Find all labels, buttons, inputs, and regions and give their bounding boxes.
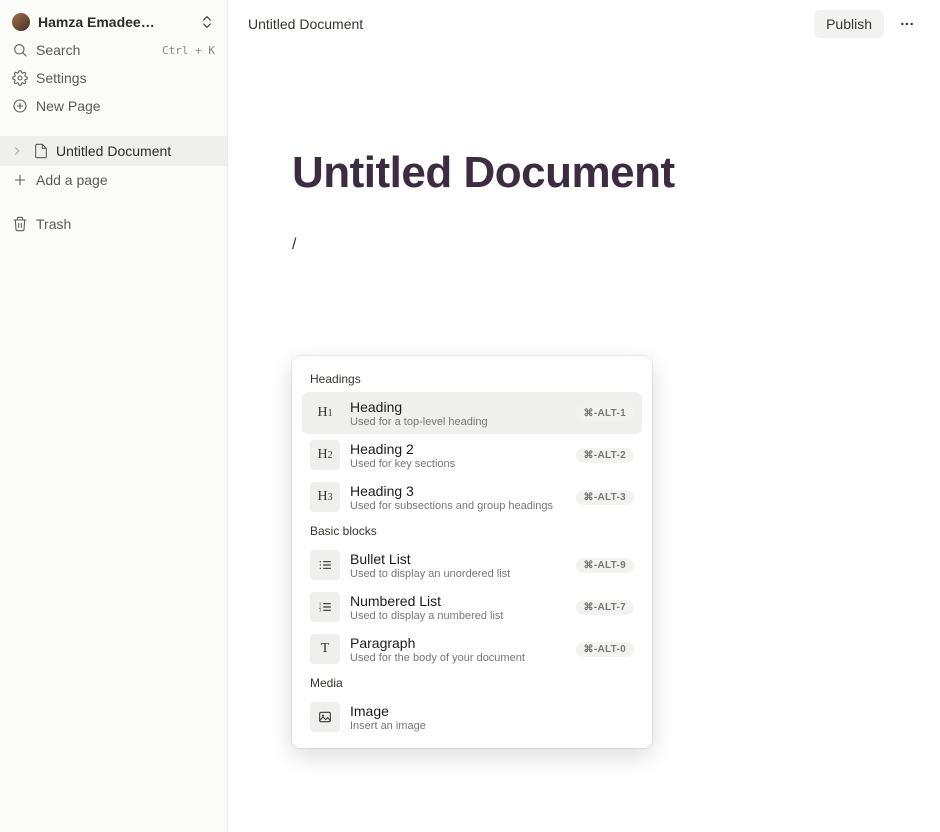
menu-item-bullet-list[interactable]: Bullet List Used to display an unordered…	[302, 544, 642, 586]
menu-item-shortcut: ⌘-ALT-9	[576, 558, 634, 573]
sidebar: Hamza Emadee… Search Ctrl + K Settings N…	[0, 0, 228, 832]
plus-circle-icon	[12, 98, 28, 114]
more-horizontal-icon	[899, 16, 915, 32]
menu-item-desc: Used for the body of your document	[350, 652, 566, 664]
settings-label: Settings	[36, 70, 87, 86]
document-icon	[32, 143, 50, 159]
command-menu: Headings H1 Heading Used for a top-level…	[292, 356, 652, 748]
menu-item-desc: Used for key sections	[350, 458, 566, 470]
avatar	[12, 13, 30, 31]
menu-item-desc: Used to display a numbered list	[350, 610, 566, 622]
chevron-right-icon[interactable]	[8, 144, 26, 158]
numbered-list-icon: 123	[310, 592, 340, 622]
settings-button[interactable]: Settings	[0, 64, 227, 92]
menu-item-heading-2[interactable]: H2 Heading 2 Used for key sections ⌘-ALT…	[302, 434, 642, 476]
menu-item-label: Numbered List	[350, 593, 566, 609]
sidebar-page-item[interactable]: Untitled Document	[0, 136, 227, 166]
menu-item-label: Heading 3	[350, 483, 566, 499]
search-button[interactable]: Search Ctrl + K	[0, 36, 227, 64]
topbar: Untitled Document Publish	[228, 0, 940, 48]
menu-item-label: Paragraph	[350, 635, 566, 651]
menu-item-shortcut: ⌘-ALT-1	[576, 406, 634, 421]
menu-item-shortcut: ⌘-ALT-7	[576, 600, 634, 615]
menu-item-shortcut: ⌘-ALT-2	[576, 448, 634, 463]
trash-label: Trash	[36, 216, 71, 232]
menu-item-desc: Insert an image	[350, 720, 634, 732]
search-icon	[12, 42, 28, 58]
chevron-up-down-icon	[199, 14, 215, 30]
slash-command-input[interactable]: /	[292, 234, 876, 256]
workspace-name: Hamza Emadee…	[38, 14, 155, 30]
menu-item-numbered-list[interactable]: 123 Numbered List Used to display a numb…	[302, 586, 642, 628]
plus-icon	[12, 172, 28, 188]
menu-item-label: Image	[350, 703, 634, 719]
menu-item-shortcut: ⌘-ALT-3	[576, 490, 634, 505]
svg-text:3: 3	[319, 608, 321, 613]
new-page-label: New Page	[36, 98, 101, 114]
menu-item-label: Bullet List	[350, 551, 566, 567]
gear-icon	[12, 70, 28, 86]
page-title[interactable]: Untitled Document	[292, 148, 876, 198]
paragraph-icon: T	[310, 634, 340, 664]
search-shortcut: Ctrl + K	[162, 44, 215, 57]
page-content: Untitled Document / Headings H1 Heading …	[228, 48, 940, 256]
h2-icon: H2	[310, 440, 340, 470]
page-title-label: Untitled Document	[56, 143, 171, 159]
h1-icon: H1	[310, 398, 340, 428]
menu-section-title: Media	[298, 670, 646, 696]
menu-section-title: Basic blocks	[298, 518, 646, 544]
add-page-button[interactable]: Add a page	[0, 166, 227, 194]
menu-item-heading-3[interactable]: H3 Heading 3 Used for subsections and gr…	[302, 476, 642, 518]
menu-item-heading-1[interactable]: H1 Heading Used for a top-level heading …	[302, 392, 642, 434]
more-button[interactable]	[894, 11, 920, 37]
menu-item-label: Heading 2	[350, 441, 566, 457]
menu-section-title: Headings	[298, 366, 646, 392]
menu-item-desc: Used for subsections and group headings	[350, 500, 566, 512]
trash-icon	[12, 216, 28, 232]
h3-icon: H3	[310, 482, 340, 512]
main: Untitled Document Publish Untitled Docum…	[228, 0, 940, 832]
add-page-label: Add a page	[36, 172, 108, 188]
menu-item-desc: Used for a top-level heading	[350, 416, 566, 428]
publish-button[interactable]: Publish	[814, 10, 884, 38]
menu-item-image[interactable]: Image Insert an image	[302, 696, 642, 738]
image-icon	[310, 702, 340, 732]
menu-item-label: Heading	[350, 399, 566, 415]
search-label: Search	[36, 42, 80, 58]
menu-item-shortcut: ⌘-ALT-0	[576, 642, 634, 657]
breadcrumb-title[interactable]: Untitled Document	[248, 16, 363, 32]
workspace-switcher[interactable]: Hamza Emadee…	[0, 8, 227, 36]
menu-item-paragraph[interactable]: T Paragraph Used for the body of your do…	[302, 628, 642, 670]
menu-item-desc: Used to display an unordered list	[350, 568, 566, 580]
bullet-list-icon	[310, 550, 340, 580]
trash-button[interactable]: Trash	[0, 210, 227, 238]
new-page-button[interactable]: New Page	[0, 92, 227, 120]
